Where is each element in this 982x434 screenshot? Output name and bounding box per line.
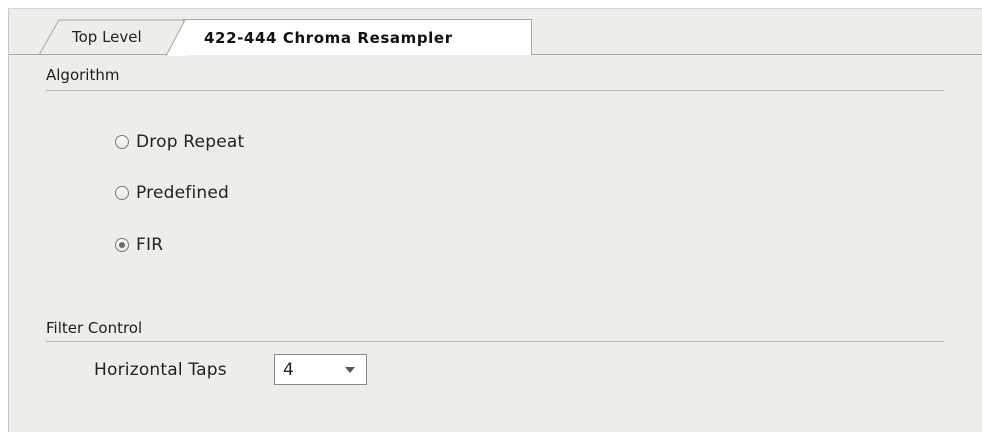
horizontal-taps-select[interactable]: 4 [274, 354, 367, 385]
tab-top-level-label: Top Level [72, 28, 142, 46]
filter-control-section-title: Filter Control [46, 319, 143, 337]
radio-drop-repeat-label: Drop Repeat [136, 132, 245, 152]
radio-fir[interactable]: FIR [115, 234, 163, 256]
radio-fir-label: FIR [136, 235, 164, 255]
radio-drop-repeat[interactable]: Drop Repeat [115, 131, 244, 153]
tab-chroma-resampler-label: 422-444 Chroma Resampler [204, 29, 453, 47]
tab-strip: Top Level 422-444 Chroma Resampler [9, 9, 982, 56]
radio-predefined-label: Predefined [136, 183, 230, 203]
radio-unchecked-icon[interactable] [115, 135, 129, 149]
algorithm-divider [46, 90, 944, 91]
tab-slant-icon [166, 19, 186, 56]
chevron-down-icon[interactable] [345, 367, 355, 373]
radio-predefined[interactable]: Predefined [115, 182, 229, 204]
radio-checked-icon[interactable] [115, 238, 129, 252]
config-panel: Top Level 422-444 Chroma Resampler Algor… [8, 8, 982, 432]
tab-chroma-resampler[interactable]: 422-444 Chroma Resampler [166, 19, 532, 56]
algorithm-section-title: Algorithm [46, 66, 120, 84]
filter-control-divider [46, 341, 944, 342]
horizontal-taps-label: Horizontal Taps [94, 360, 227, 380]
horizontal-taps-value: 4 [283, 360, 294, 380]
radio-unchecked-icon[interactable] [115, 186, 129, 200]
